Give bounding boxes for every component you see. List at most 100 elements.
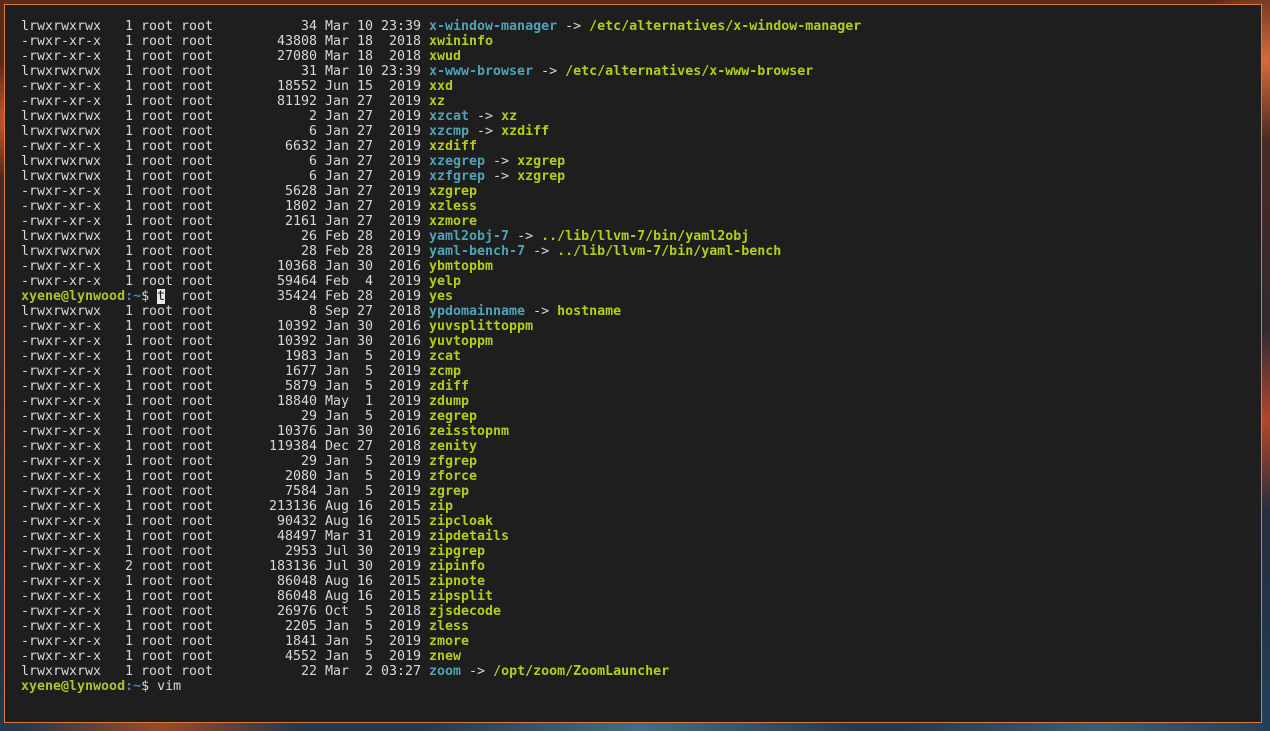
file-permissions: -rwxr-xr-x	[21, 214, 102, 229]
prompt-symbol: $	[141, 679, 158, 694]
file-name: ybmtopbm	[429, 259, 494, 274]
file-size: 86048	[276, 574, 317, 589]
prompt-symbol: $	[141, 289, 158, 304]
file-owner: root	[141, 394, 174, 409]
prompt-path: :~	[125, 289, 142, 304]
file-link-count: 1	[124, 529, 133, 544]
symlink-target: ../lib/llvm-7/bin/yaml2obj	[541, 229, 750, 244]
file-owner: root	[141, 319, 174, 334]
file-group: root	[181, 139, 214, 154]
file-group: root	[181, 619, 214, 634]
file-size: 7584	[284, 484, 317, 499]
symlink-arrow: ->	[469, 124, 502, 139]
file-date: Mar 10 23:39	[325, 19, 422, 34]
file-group: root	[181, 259, 214, 274]
file-date: Feb 28 2019	[325, 244, 422, 259]
file-name: zoom	[429, 664, 462, 679]
symlink-arrow: ->	[485, 169, 518, 184]
terminal-window[interactable]: lrwxrwxrwx 1 root root 34 Mar 10 23:39 x-windo…	[4, 4, 1262, 723]
file-link-count: 1	[124, 619, 133, 634]
file-size: 6632	[284, 139, 317, 154]
file-size: 10392	[276, 319, 317, 334]
file-date: Jan 27 2019	[325, 109, 422, 124]
file-link-count: 1	[124, 109, 133, 124]
listing-row: lrwxrwxrwx 1 root root 31 Mar 10 23:39 x-www-b…	[21, 64, 861, 79]
file-date: Aug 16 2015	[325, 574, 422, 589]
file-owner: root	[141, 94, 174, 109]
file-owner: root	[141, 334, 174, 349]
file-link-count: 1	[124, 364, 133, 379]
file-owner: root	[141, 484, 174, 499]
file-size: 2	[308, 109, 317, 124]
file-date: Feb 28 2019	[325, 289, 422, 304]
file-date: Oct 5 2018	[325, 604, 422, 619]
file-group: root	[181, 214, 214, 229]
file-permissions: -rwxr-xr-x	[21, 484, 102, 499]
file-group: root	[181, 544, 214, 559]
file-name: yaml-bench-7	[429, 244, 526, 259]
file-permissions: -rwxr-xr-x	[21, 34, 102, 49]
listing-row: -rwxr-xr-x 1 root root 86048 Aug 16 2015 zipsp…	[21, 589, 861, 604]
file-permissions: -rwxr-xr-x	[21, 94, 102, 109]
file-size: 5879	[284, 379, 317, 394]
terminal-output: lrwxrwxrwx 1 root root 34 Mar 10 23:39 x-windo…	[21, 19, 861, 694]
file-date: Jan 27 2019	[325, 139, 422, 154]
file-link-count: 1	[124, 424, 133, 439]
listing-row: -rwxr-xr-x 1 root root 29 Jan 5 2019 zfgrep	[21, 454, 861, 469]
file-name: x-www-browser	[429, 64, 534, 79]
file-group: root	[181, 664, 214, 679]
file-group: root	[181, 154, 214, 169]
command-line[interactable]: xyene@lynwood:~$ vim	[21, 679, 861, 694]
symlink-target: xzgrep	[517, 154, 566, 169]
file-date: Aug 16 2015	[325, 589, 422, 604]
file-size: 81192	[276, 94, 317, 109]
file-size: 90432	[276, 514, 317, 529]
file-group: root	[181, 169, 214, 184]
file-name: zgrep	[429, 484, 470, 499]
file-permissions: -rwxr-xr-x	[21, 379, 102, 394]
file-date: Feb 4 2019	[325, 274, 422, 289]
file-owner: root	[141, 64, 174, 79]
file-group: root	[181, 364, 214, 379]
file-name: zdiff	[429, 379, 470, 394]
listing-row: lrwxrwxrwx 1 root root 28 Feb 28 2019 yaml-ben…	[21, 244, 861, 259]
file-size: 86048	[276, 589, 317, 604]
file-name: xzgrep	[429, 184, 478, 199]
symlink-target: xz	[501, 109, 518, 124]
listing-row: lrwxrwxrwx 1 root root 6 Jan 27 2019 xzegrep -…	[21, 154, 861, 169]
file-size: 59464	[276, 274, 317, 289]
file-link-count: 1	[124, 499, 133, 514]
file-size: 2205	[284, 619, 317, 634]
file-group: root	[181, 94, 214, 109]
file-group: root	[181, 649, 214, 664]
file-name: xzdiff	[429, 139, 478, 154]
file-link-count: 1	[124, 409, 133, 424]
file-date: Mar 2 03:27	[325, 664, 422, 679]
file-size: 29	[300, 409, 317, 424]
file-link-count: 1	[124, 49, 133, 64]
file-link-count: 1	[124, 544, 133, 559]
file-owner: root	[141, 424, 174, 439]
file-size: 35424	[276, 289, 317, 304]
file-size: 28	[300, 244, 317, 259]
file-owner: root	[141, 529, 174, 544]
file-permissions: -rwxr-xr-x	[21, 199, 102, 214]
file-link-count: 1	[124, 604, 133, 619]
listing-row: -rwxr-xr-x 1 root root 43808 Mar 18 2018 xwini…	[21, 34, 861, 49]
file-link-count: 1	[124, 454, 133, 469]
file-group: root	[181, 274, 214, 289]
file-permissions: lrwxrwxrwx	[21, 304, 102, 319]
file-owner: root	[141, 139, 174, 154]
file-link-count: 1	[124, 634, 133, 649]
file-size: 26976	[276, 604, 317, 619]
file-owner: root	[141, 19, 174, 34]
file-date: Jan 5 2019	[325, 349, 422, 364]
file-permissions: lrwxrwxrwx	[21, 229, 102, 244]
file-name: zfgrep	[429, 454, 478, 469]
listing-row: -rwxr-xr-x 1 root root 1802 Jan 27 2019 xzless	[21, 199, 861, 214]
file-name: xzegrep	[429, 154, 486, 169]
file-link-count: 1	[124, 34, 133, 49]
listing-row: -rwxr-xr-x 1 root root 26976 Oct 5 2018 zjsdec…	[21, 604, 861, 619]
file-size: 22	[300, 664, 317, 679]
file-permissions: -rwxr-xr-x	[21, 79, 102, 94]
